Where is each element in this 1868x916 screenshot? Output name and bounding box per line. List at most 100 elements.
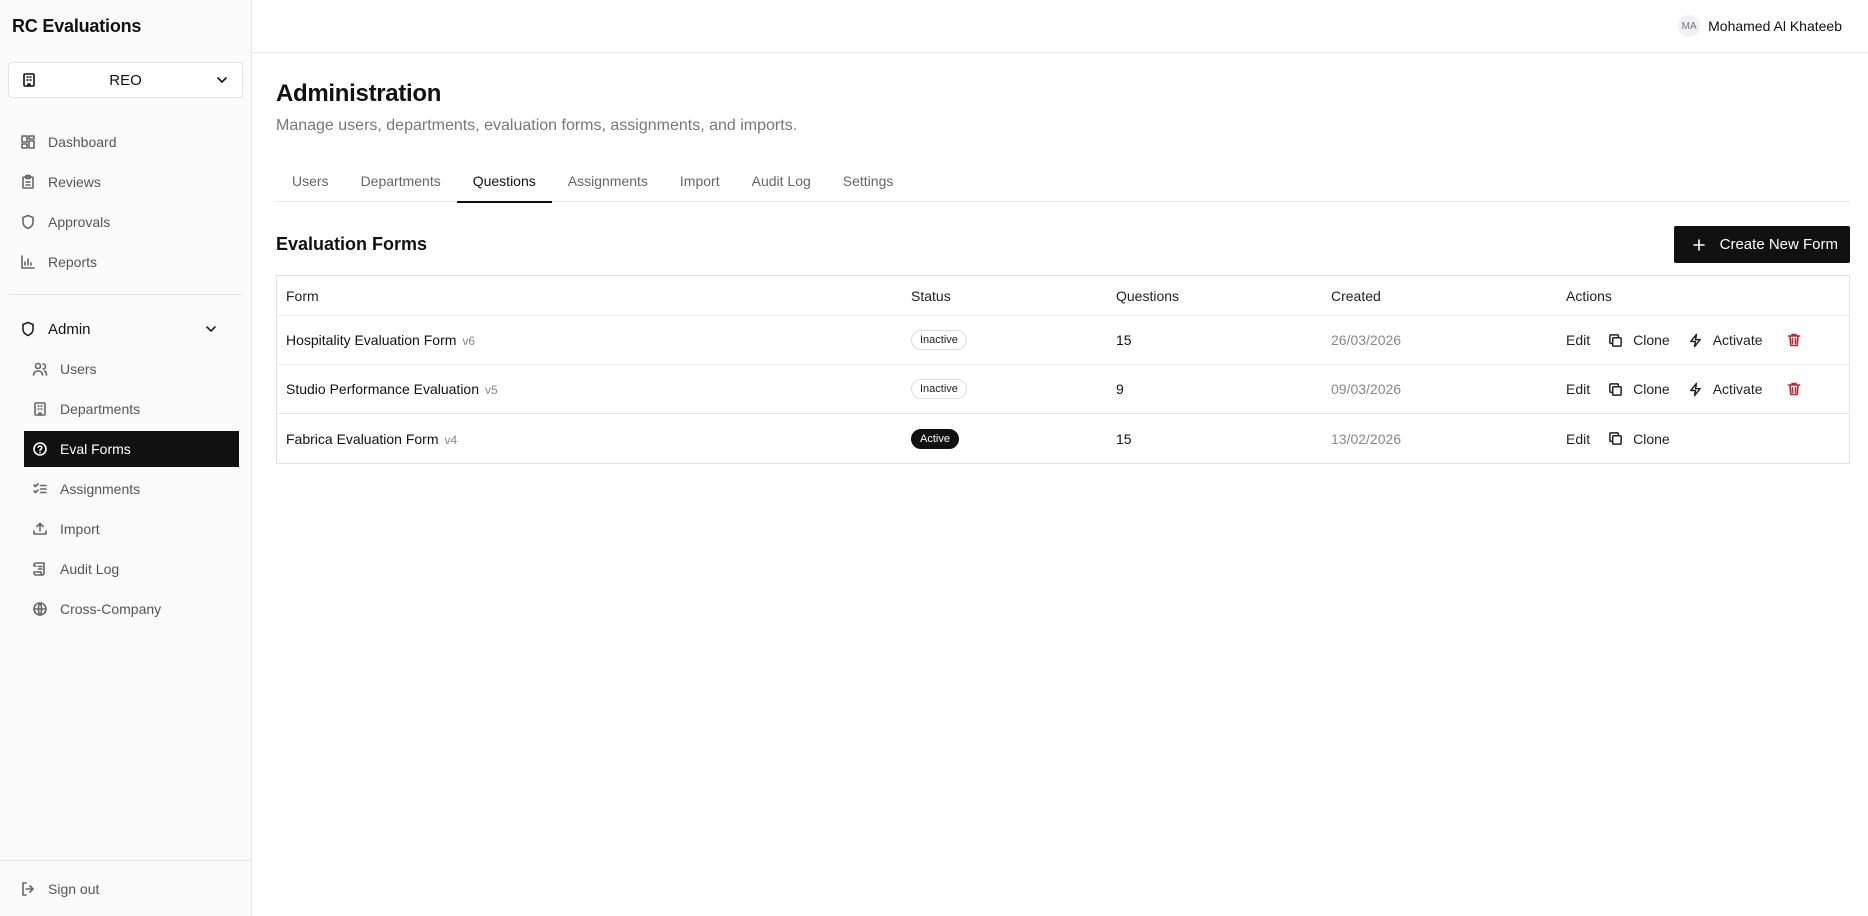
user-name: Mohamed Al Khateeb [1708,18,1842,34]
delete-button[interactable] [1786,381,1802,397]
tab-assignments[interactable]: Assignments [552,159,664,202]
activate-button[interactable]: Activate [1679,374,1772,404]
column-header-created: Created [1331,287,1381,304]
company-select-value: REO [109,71,142,89]
clone-button[interactable]: Clone [1599,325,1679,355]
column-header-form: Form [286,287,319,304]
zap-icon [1688,382,1703,397]
sidebar-item-assignments[interactable]: Assignments [24,471,239,507]
table-header-row: Form Status Questions Created Actions [277,276,1849,316]
section-title: Evaluation Forms [276,234,428,254]
company-select[interactable]: REO [8,62,243,98]
plus-icon [1692,238,1706,252]
form-name: Hospitality Evaluation Form [286,332,457,348]
sidebar-item-label: Departments [60,401,141,417]
section-header: Evaluation Forms Create New Form [276,226,1850,263]
sidebar-item-reports[interactable]: Reports [12,244,239,280]
column-header-actions: Actions [1566,287,1612,304]
sidebar-item-departments[interactable]: Departments [24,391,239,427]
status-cell: Inactive [911,379,1116,399]
sidebar-item-approvals[interactable]: Approvals [12,204,239,240]
activate-button[interactable]: Activate [1679,325,1772,355]
status-badge: Inactive [911,330,967,350]
status-cell: Active [911,428,1116,449]
trash-icon [1786,332,1802,348]
form-name-cell: Studio Performance Evaluation v5 [277,381,911,397]
row-actions: Edit Clone Activate [1566,325,1849,355]
edit-button[interactable]: Edit [1566,374,1599,404]
copy-icon [1608,333,1623,348]
create-new-form-label: Create New Form [1719,236,1838,253]
sidebar-item-label: Users [60,361,97,377]
sign-out-button[interactable]: Sign out [0,860,251,916]
sidebar-nav: Dashboard Reviews Approvals Reports Admi… [0,124,251,627]
edit-button[interactable]: Edit [1566,424,1599,454]
sidebar-item-label: Assignments [60,481,141,497]
form-name-cell: Fabrica Evaluation Form v4 [277,431,911,447]
scroll-icon [32,561,48,577]
log-out-icon [20,881,36,897]
sidebar-item-import[interactable]: Import [24,511,239,547]
edit-button[interactable]: Edit [1566,325,1599,355]
building-icon [32,401,48,417]
form-name-cell: Hospitality Evaluation Form v6 [277,332,911,348]
copy-icon [1608,431,1623,446]
sign-out-label: Sign out [48,880,100,897]
row-actions: Edit Clone Activate [1566,374,1849,404]
sidebar-item-dashboard[interactable]: Dashboard [12,124,239,160]
create-new-form-button[interactable]: Create New Form [1673,226,1850,263]
shield-icon [20,321,36,337]
globe-icon [32,601,48,617]
admin-tabs: Users Departments Questions Assignments … [276,159,1850,203]
sidebar-item-label: Import [60,521,100,537]
sidebar-divider [9,294,242,295]
dashboard-icon [20,134,36,150]
column-header-questions: Questions [1116,287,1180,304]
users-icon [32,361,48,377]
tab-departments[interactable]: Departments [345,159,457,202]
tab-settings[interactable]: Settings [827,159,910,202]
sidebar-group-admin[interactable]: Admin [12,311,239,347]
chevron-down-icon [214,72,230,88]
sidebar-item-users[interactable]: Users [24,351,239,387]
sidebar-item-cross-company[interactable]: Cross-Company [24,591,239,627]
tab-audit-log[interactable]: Audit Log [736,159,827,202]
chevron-down-icon [203,321,219,337]
upload-icon [32,521,48,537]
activate-label: Activate [1712,381,1763,397]
bar-chart-icon [20,254,36,270]
clone-label: Clone [1633,430,1670,447]
clone-button[interactable]: Clone [1599,424,1679,454]
list-checks-icon [32,481,48,497]
user-menu[interactable]: MA Mohamed Al Khateeb [1678,15,1842,37]
table-row: Studio Performance Evaluation v5 Inactive… [277,365,1849,414]
status-badge: Active [911,428,959,449]
form-version: v5 [485,383,498,397]
zap-icon [1688,333,1703,348]
shield-icon [20,214,36,230]
main-content: Administration Manage users, departments… [276,53,1850,464]
status-badge: Inactive [911,379,967,399]
building-icon [21,72,37,88]
tab-users[interactable]: Users [276,159,345,202]
sidebar-item-audit-log[interactable]: Audit Log [24,551,239,587]
clone-label: Clone [1633,332,1670,348]
delete-button[interactable] [1786,332,1802,348]
sidebar-item-eval-forms[interactable]: Eval Forms [24,431,239,467]
column-header-status: Status [911,287,951,304]
clipboard-icon [20,174,36,190]
sidebar-item-label: Reports [48,254,98,270]
forms-table: Form Status Questions Created Actions Ho… [276,275,1850,464]
sidebar-group-label: Admin [48,320,91,338]
sidebar-item-label: Cross-Company [60,601,162,617]
sidebar-item-reviews[interactable]: Reviews [12,164,239,200]
tab-import[interactable]: Import [664,159,736,202]
form-name: Fabrica Evaluation Form [286,430,439,447]
tab-questions[interactable]: Questions [456,159,552,203]
clone-label: Clone [1633,381,1670,397]
help-circle-icon [32,441,48,457]
table-row: Fabrica Evaluation Form v4 Active 15 13/0… [277,414,1849,463]
sidebar: RC Evaluations REO Dashboard Reviews App… [0,0,252,916]
trash-icon [1786,381,1802,397]
clone-button[interactable]: Clone [1599,374,1679,404]
